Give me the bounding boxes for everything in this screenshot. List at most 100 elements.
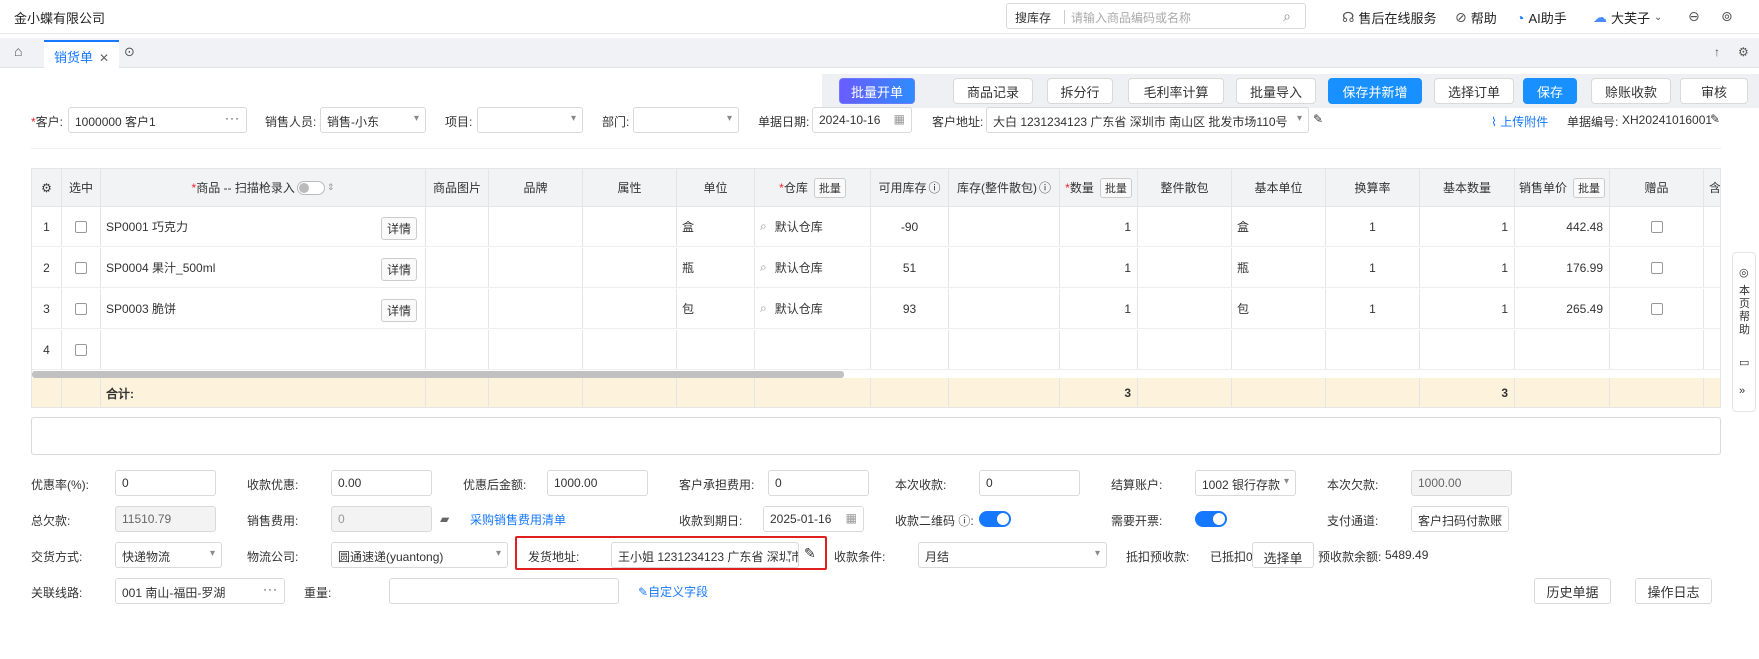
detail-button[interactable]: 详情 — [380, 258, 417, 281]
back-button[interactable]: ⊖ — [1688, 8, 1700, 25]
customer-fee-input[interactable]: 0 — [768, 470, 869, 496]
checkbox[interactable] — [1650, 261, 1663, 274]
price-cell[interactable]: 442.48 — [1515, 207, 1610, 246]
pay-channel-select[interactable]: 客户扫码付款账 ▾ — [1411, 506, 1509, 532]
warehouse-cell[interactable] — [755, 330, 871, 369]
price-cell[interactable]: 265.49 — [1515, 289, 1610, 328]
page-help-link[interactable]: 本页帮助 — [1739, 285, 1751, 337]
customer-address-select[interactable]: 大白 1231234123 广东省 深圳市 南山区 批发市场110号 ▾ — [986, 107, 1309, 133]
edit-icon[interactable]: ✎ — [804, 545, 816, 562]
home-icon[interactable]: ⌂ — [14, 43, 22, 59]
quantity-cell[interactable]: 1 — [1060, 207, 1138, 246]
search-icon[interactable]: ⌕ — [760, 260, 767, 275]
quantity-cell[interactable] — [1060, 330, 1138, 369]
after-discount-input[interactable]: 1000.00 — [547, 470, 648, 496]
date-field[interactable]: 2024-10-16 ▦ — [812, 107, 912, 133]
product-cell[interactable] — [101, 330, 426, 369]
price-cell[interactable] — [1515, 330, 1610, 369]
info-icon[interactable]: ⓘ — [929, 179, 941, 196]
margin-calc-button[interactable]: 毛利率计算 — [1128, 78, 1224, 104]
quantity-cell[interactable]: 1 — [1060, 248, 1138, 287]
checkbox[interactable] — [75, 220, 87, 233]
history-docs-button[interactable]: 历史单据 — [1534, 578, 1611, 604]
save-button[interactable]: 保存 — [1523, 78, 1577, 104]
customer-field[interactable]: 1000000 客户1 ··· — [68, 107, 247, 133]
user-menu[interactable]: ☁ 大芙子 ⌄ — [1593, 8, 1662, 27]
column-settings-icon[interactable]: ⚙ — [32, 169, 62, 206]
quantity-batch-button[interactable]: 批量 — [1099, 177, 1132, 198]
custom-field-link[interactable]: ✎自定义字段 — [638, 583, 708, 600]
close-icon[interactable]: ✕ — [99, 51, 109, 65]
upload-attachment-link[interactable]: ⌇ 上传附件 — [1491, 113, 1548, 130]
warehouse-cell[interactable]: ⌕ 默认仓库 — [755, 289, 871, 328]
audit-button[interactable]: 审核 — [1680, 78, 1748, 104]
sort-icon[interactable]: ⇕ — [327, 182, 335, 193]
warehouse-batch-button[interactable]: 批量 — [813, 177, 846, 198]
select-order-button[interactable]: 选择订单 — [1434, 78, 1514, 104]
detail-button[interactable]: 详情 — [380, 299, 417, 322]
search-scope[interactable]: 搜库存 — [1015, 9, 1051, 26]
due-date-field[interactable]: 2025-01-16 ▦ — [763, 506, 864, 532]
stock-search-box[interactable]: 搜库存 请输入商品编码或名称 ⌕ — [1006, 3, 1306, 29]
calendar-icon[interactable]: ▦ — [846, 511, 857, 525]
price-batch-button[interactable]: 批量 — [1573, 177, 1605, 198]
message-icon[interactable]: ▭ — [1739, 357, 1751, 370]
route-field[interactable]: 001 南山-福田-罗湖 ··· — [115, 578, 285, 604]
split-row-button[interactable]: 拆分行 — [1047, 78, 1113, 104]
collect-condition-select[interactable]: 月结 ▾ — [918, 542, 1107, 568]
warehouse-cell[interactable]: ⌕ 默认仓库 — [755, 207, 871, 246]
weight-input[interactable] — [389, 578, 619, 604]
product-cell[interactable]: SP0004 果汁_500ml 详情 — [101, 248, 426, 287]
checkbox[interactable] — [1650, 302, 1663, 315]
ai-assistant-link[interactable]: ◔ AI助手 — [1516, 8, 1567, 27]
quantity-cell[interactable]: 1 — [1060, 289, 1138, 328]
warehouse-cell[interactable]: ⌕ 默认仓库 — [755, 248, 871, 287]
arrow-up-icon[interactable]: ↑ — [1714, 45, 1720, 59]
checkbox[interactable] — [1650, 220, 1663, 233]
checkbox[interactable] — [75, 302, 87, 315]
edit-icon[interactable]: ✎ — [1313, 112, 1323, 126]
detail-button[interactable]: 详情 — [380, 217, 417, 240]
search-icon[interactable]: ⌕ — [760, 219, 767, 234]
calendar-icon[interactable]: ▦ — [894, 112, 905, 126]
checkbox[interactable] — [75, 343, 87, 356]
search-icon[interactable]: ⌕ — [1283, 8, 1291, 25]
folder-icon[interactable]: ▰ — [440, 512, 449, 526]
salesperson-select[interactable]: 销售-小东 ▾ — [320, 107, 426, 133]
settings-button[interactable]: ⊚ — [1721, 8, 1733, 25]
search-input[interactable]: 请输入商品编码或名称 — [1071, 9, 1191, 26]
qrcode-switch[interactable] — [979, 511, 1011, 527]
settings-icon[interactable]: ⚙ — [1738, 45, 1749, 59]
batch-open-button[interactable]: 批量开单 — [839, 78, 915, 104]
delivery-select[interactable]: 快递物流 ▾ — [115, 542, 222, 568]
project-select[interactable]: ▾ — [477, 107, 583, 133]
more-icon[interactable]: ··· — [225, 111, 240, 125]
department-select[interactable]: ▾ — [633, 107, 739, 133]
logistics-select[interactable]: 圆通速递(yuantong) ▾ — [331, 542, 508, 568]
info-icon[interactable]: ⓘ — [958, 514, 970, 528]
product-record-button[interactable]: 商品记录 — [953, 78, 1033, 104]
ship-address-select[interactable]: 王小姐 1231234123 广东省 深圳市 ▾ — [611, 542, 799, 568]
collect-discount-input[interactable]: 0.00 — [331, 470, 432, 496]
edit-icon[interactable]: ✎ — [1710, 112, 1720, 126]
info-icon[interactable]: ⓘ — [1039, 179, 1051, 196]
purchase-fee-link[interactable]: 采购销售费用清单 — [470, 511, 566, 528]
save-and-new-button[interactable]: 保存并新增 — [1328, 78, 1422, 104]
price-cell[interactable]: 176.99 — [1515, 248, 1610, 287]
operation-log-button[interactable]: 操作日志 — [1635, 578, 1712, 604]
more-icon[interactable]: ··· — [263, 582, 278, 596]
invoice-switch[interactable] — [1195, 511, 1227, 527]
remark-textarea[interactable] — [31, 417, 1721, 455]
product-cell[interactable]: SP0001 巧克力 详情 — [101, 207, 426, 246]
product-cell[interactable]: SP0003 脆饼 详情 — [101, 289, 426, 328]
this-collect-input[interactable]: 0 — [979, 470, 1080, 496]
scanner-toggle[interactable] — [296, 180, 325, 195]
after-sales-link[interactable]: ☊ 售后在线服务 — [1342, 8, 1436, 27]
checkbox[interactable] — [75, 261, 87, 274]
help-bubble-icon[interactable]: ◎ — [1739, 267, 1751, 280]
credit-collect-button[interactable]: 赊账收款 — [1591, 78, 1671, 104]
discount-rate-input[interactable]: 0 — [115, 470, 216, 496]
search-icon[interactable]: ⌕ — [760, 301, 767, 316]
settlement-account-select[interactable]: 1002 银行存款 ▾ — [1195, 470, 1296, 496]
tab-sales-order[interactable]: 销货单 ✕ — [44, 40, 120, 68]
